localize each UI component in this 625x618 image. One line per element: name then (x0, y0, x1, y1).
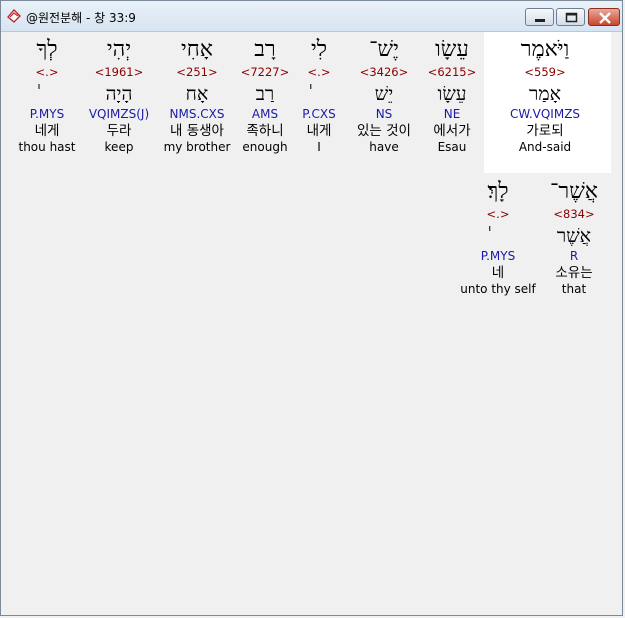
word-column[interactable]: יֶשׁ־ <3426> יֵשׁ NS 있는 것이 have (357, 36, 411, 155)
english-gloss: unto thy self (460, 282, 536, 296)
morphology-code: R (569, 249, 579, 263)
hebrew-root (19, 82, 76, 106)
word-column[interactable]: וַיֹּאמֶר <559> אָמַר CW.VQIMZS 가로되 And-… (510, 36, 580, 155)
strong-number[interactable]: <834> (550, 206, 598, 222)
korean-gloss: 가로되 (526, 123, 564, 139)
english-gloss: Esau (437, 140, 467, 154)
english-gloss: enough (242, 140, 288, 154)
morphology-code: NE (443, 107, 461, 121)
korean-gloss: 소유는 (555, 265, 593, 281)
morphology-code: P.MYS (29, 107, 65, 121)
english-gloss: that (561, 282, 587, 296)
hebrew-root: רַב (255, 83, 275, 105)
hebrew-root: עֵשָׂו (437, 83, 467, 105)
hebrew-word: אָחִי (181, 37, 213, 62)
word-column[interactable]: אֲשֶׁר־ <834> אֲשֶׁר R 소유는 that (550, 178, 598, 297)
korean-gloss: 내게 (306, 123, 332, 139)
korean-gloss: 족하니 (246, 123, 284, 139)
accent-mark (489, 226, 490, 231)
word-column[interactable]: לִי <.> P.CXS 내게 I (302, 36, 335, 155)
korean-gloss: 내 동생아 (170, 123, 224, 139)
word-column[interactable]: רָב <7227> רַב AMS 족하니 enough (241, 36, 290, 155)
hebrew-root: אָח (185, 83, 209, 105)
hebrew-root: יֵשׁ (374, 83, 394, 105)
strong-number[interactable]: <.> (302, 64, 335, 80)
morphology-code: NS (375, 107, 393, 121)
hebrew-word: לִי (310, 37, 328, 62)
strong-number[interactable]: <559> (510, 64, 580, 80)
hebrew-root: אֲשֶׁר (556, 225, 592, 247)
hebrew-word: עֵשָׂו (435, 37, 469, 62)
bible-app-icon (7, 9, 21, 23)
morphology-code: P.CXS (302, 107, 336, 121)
hebrew-word: לָךְ׃ (487, 179, 509, 204)
korean-gloss: 에서가 (433, 123, 471, 139)
strong-number[interactable]: <6215> (428, 64, 477, 80)
morphology-code: AMS (251, 107, 279, 121)
korean-gloss: 네 (491, 265, 505, 281)
hebrew-word: יְהִי (106, 37, 132, 62)
hebrew-word: אֲשֶׁר־ (549, 179, 599, 204)
accent-mark (310, 84, 311, 89)
morphology-code: P.MYS (480, 249, 516, 263)
strong-number[interactable]: <.> (19, 64, 76, 80)
interlinear-pane: וַיֹּאמֶר <559> אָמַר CW.VQIMZS 가로되 And-… (5, 32, 620, 614)
close-icon (599, 12, 611, 24)
title-bar[interactable]: @원전분해 - 창 33:9 (1, 1, 622, 32)
word-column[interactable]: אָחִי <251> אָח NMS.CXS 내 동생아 my brother (164, 36, 231, 155)
maximize-icon (565, 12, 578, 23)
hebrew-root: אָמַר (528, 83, 561, 105)
accent-mark (38, 84, 39, 89)
morphology-code: CW.VQIMZS (509, 107, 581, 121)
hebrew-word: רָב (254, 37, 276, 62)
hebrew-root (302, 82, 335, 106)
korean-gloss: 있는 것이 (357, 123, 411, 139)
word-column[interactable]: לָךְ׃ <.> P.MYS 네 unto thy self (460, 178, 536, 297)
window: @원전분해 - 창 33:9 וַיֹּאמֶר <559> אָמַר CW.… (0, 0, 623, 616)
strong-number[interactable]: <7227> (241, 64, 290, 80)
korean-gloss: 네게 (34, 123, 60, 139)
hebrew-word: יֶשׁ־ (369, 37, 399, 62)
word-column[interactable]: יְהִי <1961> הָיָה VQIMZS(J) 두라 keep (89, 36, 149, 155)
morphology-code: VQIMZS(J) (88, 107, 150, 121)
strong-number[interactable]: <251> (164, 64, 231, 80)
window-title: @원전분해 - 창 33:9 (26, 11, 136, 25)
hebrew-word: לְךָ (36, 37, 58, 62)
english-gloss: have (369, 140, 399, 154)
korean-gloss: 두라 (106, 123, 132, 139)
word-column[interactable]: עֵשָׂו <6215> עֵשָׂו NE 에서가 Esau (428, 36, 477, 155)
minimize-button[interactable] (525, 8, 554, 26)
english-gloss: And-said (518, 140, 572, 154)
maximize-button[interactable] (556, 8, 585, 26)
word-column[interactable]: לְךָ <.> P.MYS 네게 thou hast (19, 36, 76, 155)
morphology-code: NMS.CXS (169, 107, 225, 121)
strong-number[interactable]: <3426> (357, 64, 411, 80)
english-gloss: thou hast (18, 140, 76, 154)
minimize-icon (535, 19, 545, 22)
english-gloss: my brother (163, 140, 231, 154)
strong-number[interactable]: <1961> (89, 64, 149, 80)
hebrew-root: הָיָה (105, 83, 133, 105)
hebrew-word: וַיֹּאמֶר (520, 37, 570, 62)
strong-number[interactable]: <.> (460, 206, 536, 222)
english-gloss: keep (104, 140, 134, 154)
hebrew-root (460, 224, 536, 248)
close-button[interactable] (588, 8, 620, 26)
english-gloss: I (317, 140, 321, 154)
